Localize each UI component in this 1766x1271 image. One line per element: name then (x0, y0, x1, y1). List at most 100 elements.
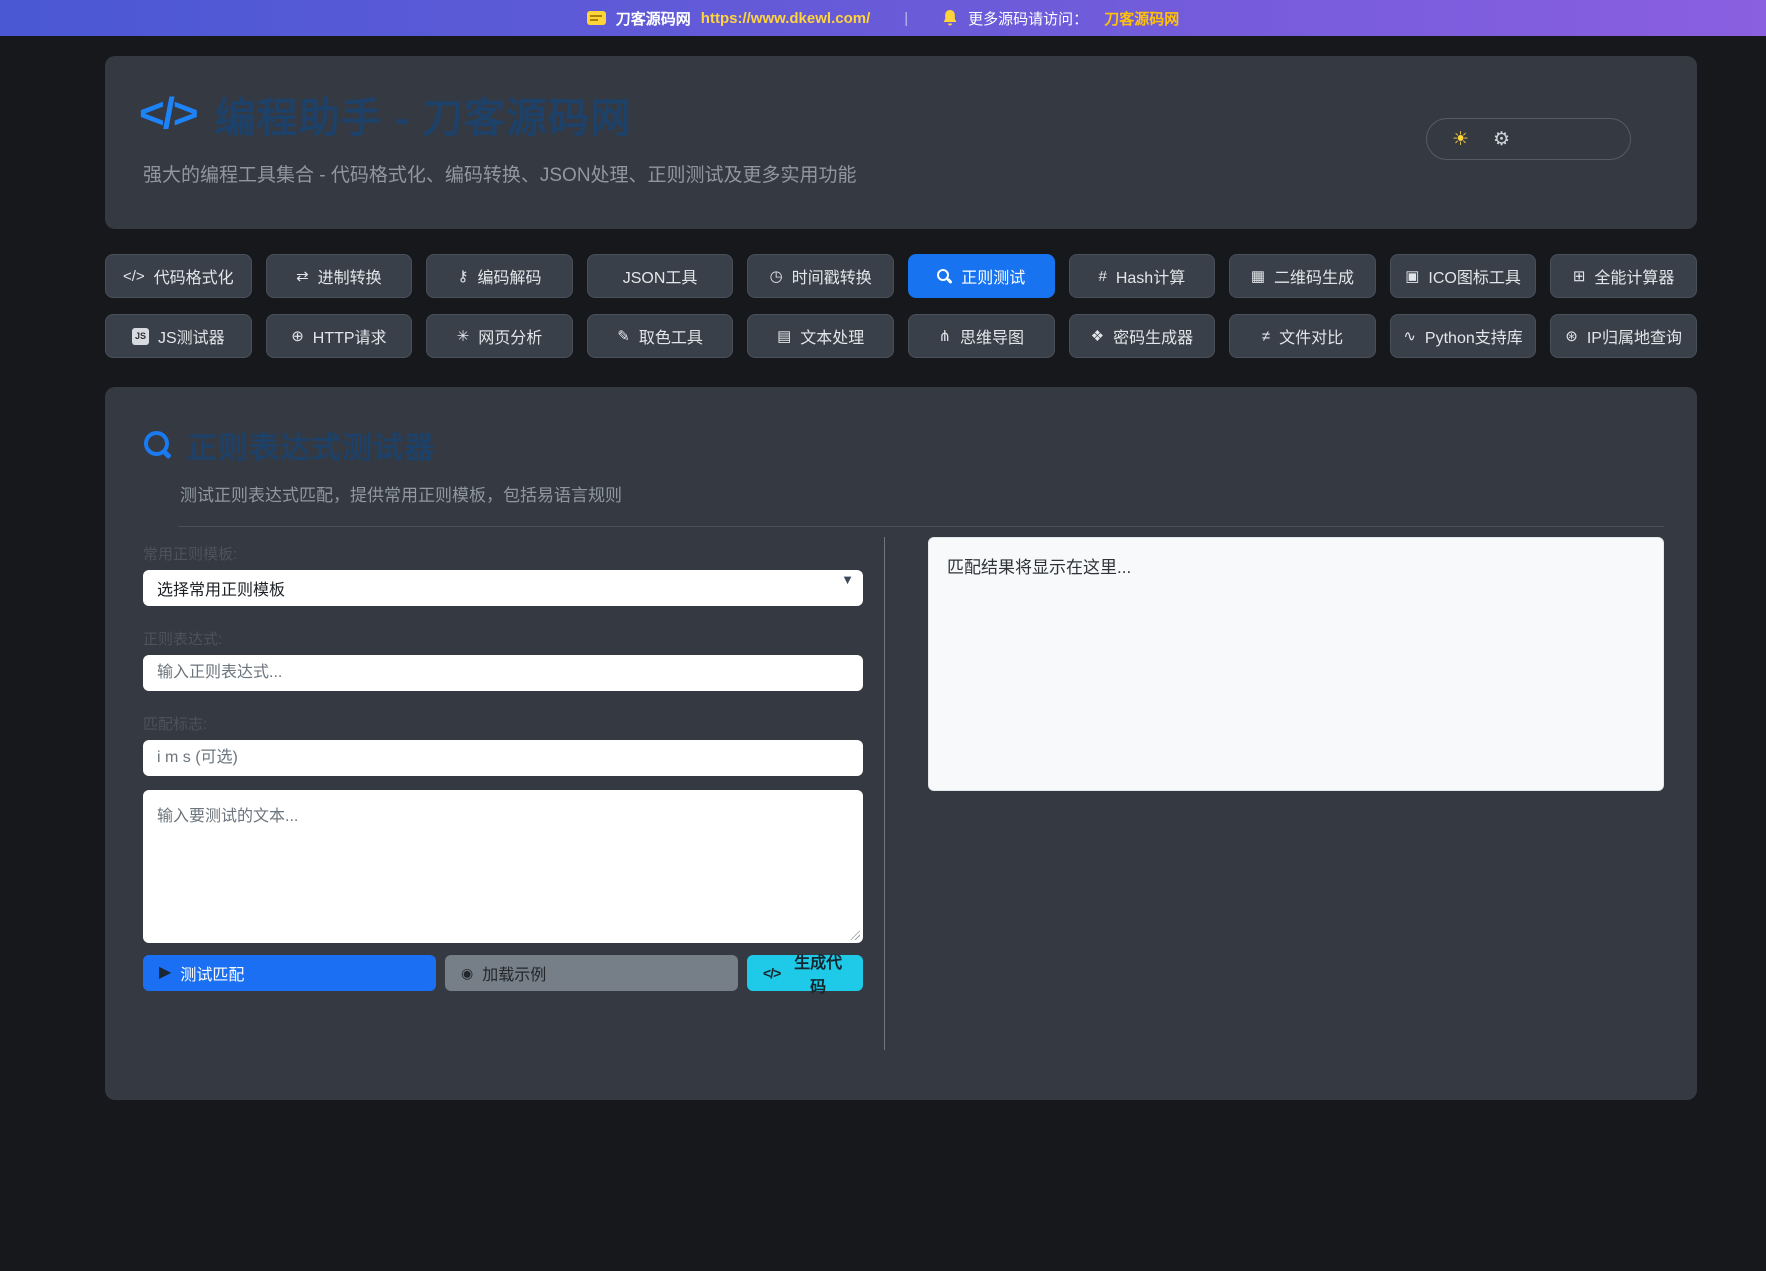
regex-label: 正则表达式: (143, 628, 863, 649)
load-example-button[interactable]: ◉ 加载示例 (445, 955, 738, 991)
test-match-button[interactable]: ▶ 测试匹配 (143, 955, 436, 991)
tab-label: 时间戳转换 (792, 264, 872, 288)
tab-timestamp[interactable]: ◷ 时间戳转换 (747, 254, 894, 298)
notice-text: 更多源码请访问： (968, 8, 1088, 29)
site-card-icon (587, 11, 606, 25)
calculator-icon: ⊞ (1573, 269, 1586, 284)
tab-file-diff[interactable]: ≠ 文件对比 (1229, 314, 1376, 358)
color-picker-icon: ✎ (617, 329, 630, 344)
tab-python-lib[interactable]: ∿ Python支持库 (1390, 314, 1537, 358)
regex-tester-panel: 正则表达式测试器 测试正则表达式匹配，提供常用正则模板，包括易语言规则 常用正则… (105, 387, 1697, 1100)
page-header: </> 编程助手 - 刀客源码网 强大的编程工具集合 - 代码格式化、编码转换、… (105, 56, 1697, 229)
tab-color-picker[interactable]: ✎ 取色工具 (587, 314, 734, 358)
tab-label: 文本处理 (800, 324, 864, 348)
regex-test-icon (937, 269, 952, 284)
http-request-icon: ⊕ (291, 329, 304, 344)
tab-label: IP归属地查询 (1587, 324, 1682, 348)
tab-label: 思维导图 (960, 324, 1024, 348)
theme-toggle[interactable]: ☀ ⚙ (1426, 118, 1631, 160)
bell-icon (942, 9, 958, 27)
tab-label: HTTP请求 (313, 324, 387, 348)
template-select-value: 选择常用正则模板 (157, 576, 285, 600)
tab-calculator[interactable]: ⊞ 全能计算器 (1550, 254, 1697, 298)
page-subtitle: 强大的编程工具集合 - 代码格式化、编码转换、JSON处理、正则测试及更多实用功… (143, 160, 1657, 187)
tab-code-format[interactable]: </> 代码格式化 (105, 254, 252, 298)
text-process-icon: ▤ (777, 329, 791, 344)
regex-input[interactable] (143, 655, 863, 691)
tab-web-analyze[interactable]: ✳ 网页分析 (426, 314, 573, 358)
python-lib-icon: ∿ (1403, 329, 1416, 344)
tab-base-convert[interactable]: ⇄ 进制转换 (266, 254, 413, 298)
site-name: 刀客源码网 (616, 8, 691, 29)
tab-regex-test[interactable]: 正则测试 (908, 254, 1055, 298)
tab-label: 网页分析 (478, 324, 542, 348)
tab-js-tester[interactable]: JS JS测试器 (105, 314, 252, 358)
play-icon: ▶ (159, 965, 171, 981)
tool-tabs-row-1: </> 代码格式化 ⇄ 进制转换 ⚷ 编码解码 JSON工具 ◷ 时间戳转换 正则测试 # Hash计… (105, 254, 1697, 298)
tab-ico-tools[interactable]: ▣ ICO图标工具 (1390, 254, 1537, 298)
tab-http-request[interactable]: ⊕ HTTP请求 (266, 314, 413, 358)
timestamp-icon: ◷ (770, 269, 783, 284)
tab-label: 代码格式化 (154, 264, 234, 288)
topbar-separator: | (904, 10, 908, 27)
tab-label: 编码解码 (477, 264, 541, 288)
test-match-label: 测试匹配 (180, 961, 244, 985)
template-label: 常用正则模板: (143, 543, 863, 564)
page-title: 编程助手 - 刀客源码网 (215, 84, 632, 144)
tab-ip-lookup[interactable]: ⊛ IP归属地查询 (1550, 314, 1697, 358)
tab-label: 正则测试 (961, 264, 1025, 288)
hash-calc-icon: # (1099, 269, 1107, 284)
base-convert-icon: ⇄ (296, 269, 309, 284)
tab-label: Hash计算 (1116, 264, 1185, 288)
tool-title: 正则表达式测试器 (187, 423, 435, 467)
qrcode-gen-icon: ▦ (1251, 269, 1265, 284)
tab-label: 密码生成器 (1113, 324, 1193, 348)
generate-code-button[interactable]: </> 生成代码 (747, 955, 863, 991)
top-announcement-bar: 刀客源码网 https://www.dkewl.com/ | 更多源码请访问： … (0, 0, 1766, 36)
notice-link[interactable]: 刀客源码网 (1104, 8, 1179, 29)
flags-label: 匹配标志: (143, 713, 863, 734)
web-analyze-icon: ✳ (457, 329, 470, 344)
tab-label: JSON工具 (623, 264, 698, 288)
code-icon: </> (763, 966, 780, 980)
tab-json-tools[interactable]: JSON工具 (587, 254, 734, 298)
tab-label: ICO图标工具 (1428, 264, 1520, 288)
tab-label: JS测试器 (158, 324, 225, 348)
tab-mind-map[interactable]: ⋔ 思维导图 (908, 314, 1055, 358)
ip-lookup-icon: ⊛ (1565, 329, 1578, 344)
generate-code-label: 生成代码 (789, 949, 847, 997)
bulb-icon: ◉ (461, 966, 473, 980)
tab-text-process[interactable]: ▤ 文本处理 (747, 314, 894, 358)
file-diff-icon: ≠ (1262, 329, 1270, 344)
ico-tools-icon: ▣ (1405, 269, 1419, 284)
mind-map-icon: ⋔ (938, 329, 951, 344)
tab-hash-calc[interactable]: # Hash计算 (1069, 254, 1216, 298)
tab-label: 文件对比 (1279, 324, 1343, 348)
tab-label: Python支持库 (1425, 324, 1523, 348)
password-gen-icon: ❖ (1091, 329, 1104, 344)
code-format-icon: </> (123, 269, 145, 284)
tab-encode-decode[interactable]: ⚷ 编码解码 (426, 254, 573, 298)
tool-subtitle: 测试正则表达式匹配，提供常用正则模板，包括易语言规则 (180, 481, 1664, 506)
template-select[interactable]: 选择常用正则模板 ▼ (143, 570, 863, 606)
flags-input[interactable] (143, 740, 863, 776)
test-text-input[interactable] (143, 790, 863, 943)
tab-label: 二维码生成 (1274, 264, 1354, 288)
tab-label: 取色工具 (639, 324, 703, 348)
sun-icon[interactable]: ☀ (1452, 128, 1469, 151)
js-tester-icon: JS (132, 328, 149, 345)
regex-form: 常用正则模板: 选择常用正则模板 ▼ 正则表达式: 匹配标志: ▶ 测试匹配 (143, 527, 863, 1050)
encode-decode-icon: ⚷ (457, 269, 468, 284)
search-icon (143, 430, 173, 460)
tab-qrcode-gen[interactable]: ▦ 二维码生成 (1229, 254, 1376, 298)
tab-password-gen[interactable]: ❖ 密码生成器 (1069, 314, 1216, 358)
tool-tabs-row-2: JS JS测试器 ⊕ HTTP请求 ✳ 网页分析 ✎ 取色工具 ▤ 文本处理 ⋔ 思维导图 ❖ 密码生成器… (105, 314, 1697, 358)
match-result-panel: 匹配结果将显示在这里... (928, 537, 1664, 791)
code-logo-icon: </> (139, 89, 197, 139)
tab-label: 进制转换 (318, 264, 382, 288)
site-url-link[interactable]: https://www.dkewl.com/ (701, 10, 870, 27)
gear-icon[interactable]: ⚙ (1493, 128, 1510, 151)
load-example-label: 加载示例 (482, 961, 546, 985)
tab-label: 全能计算器 (1594, 264, 1674, 288)
chevron-down-icon: ▼ (841, 572, 854, 587)
